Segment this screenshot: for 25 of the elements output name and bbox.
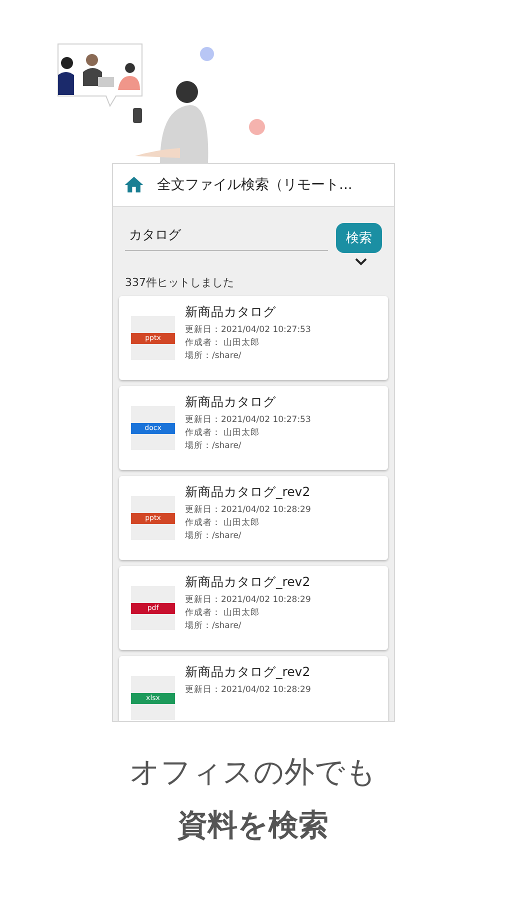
file-meta: 更新日：2021/04/02 10:27:53 bbox=[185, 414, 311, 427]
file-meta: 作成者： 山田太郎 bbox=[185, 337, 261, 350]
file-title: 新商品カタログ bbox=[185, 304, 277, 321]
file-meta: 場所：/share/ bbox=[185, 530, 242, 543]
chevron-down-icon[interactable] bbox=[354, 257, 368, 267]
file-title: 新商品カタログ_rev2 bbox=[185, 574, 311, 591]
file-meta: 更新日：2021/04/02 10:28:29 bbox=[185, 594, 311, 607]
file-meta: 更新日：2021/04/02 10:27:53 bbox=[185, 324, 311, 337]
file-meta: 場所：/share/ bbox=[185, 440, 242, 453]
file-meta: 場所：/share/ bbox=[185, 620, 242, 633]
file-meta: 作成者： 山田太郎 bbox=[185, 607, 261, 620]
file-meta: 場所：/share/ bbox=[185, 350, 242, 363]
file-meta: 更新日：2021/04/02 10:28:29 bbox=[185, 504, 311, 517]
search-field[interactable]: カタログ bbox=[125, 221, 328, 251]
result-count: 337件ヒットしました bbox=[124, 275, 235, 291]
caption-line: オフィスの外でも bbox=[130, 754, 376, 792]
file-meta: 作成者： 山田太郎 bbox=[185, 427, 261, 440]
file-meta: 作成者： 山田太郎 bbox=[185, 517, 261, 530]
file-title: 新商品カタログ_rev2 bbox=[185, 484, 311, 501]
caption-line: 資料を検索 bbox=[178, 807, 328, 845]
app-title: 全文ファイル検索（リモート... bbox=[157, 176, 352, 194]
search-button[interactable]: 検索 bbox=[336, 223, 382, 253]
file-title: 新商品カタログ bbox=[185, 394, 277, 411]
file-title: 新商品カタログ_rev2 bbox=[185, 664, 311, 681]
file-meta: 更新日：2021/04/02 10:28:29 bbox=[185, 684, 311, 697]
